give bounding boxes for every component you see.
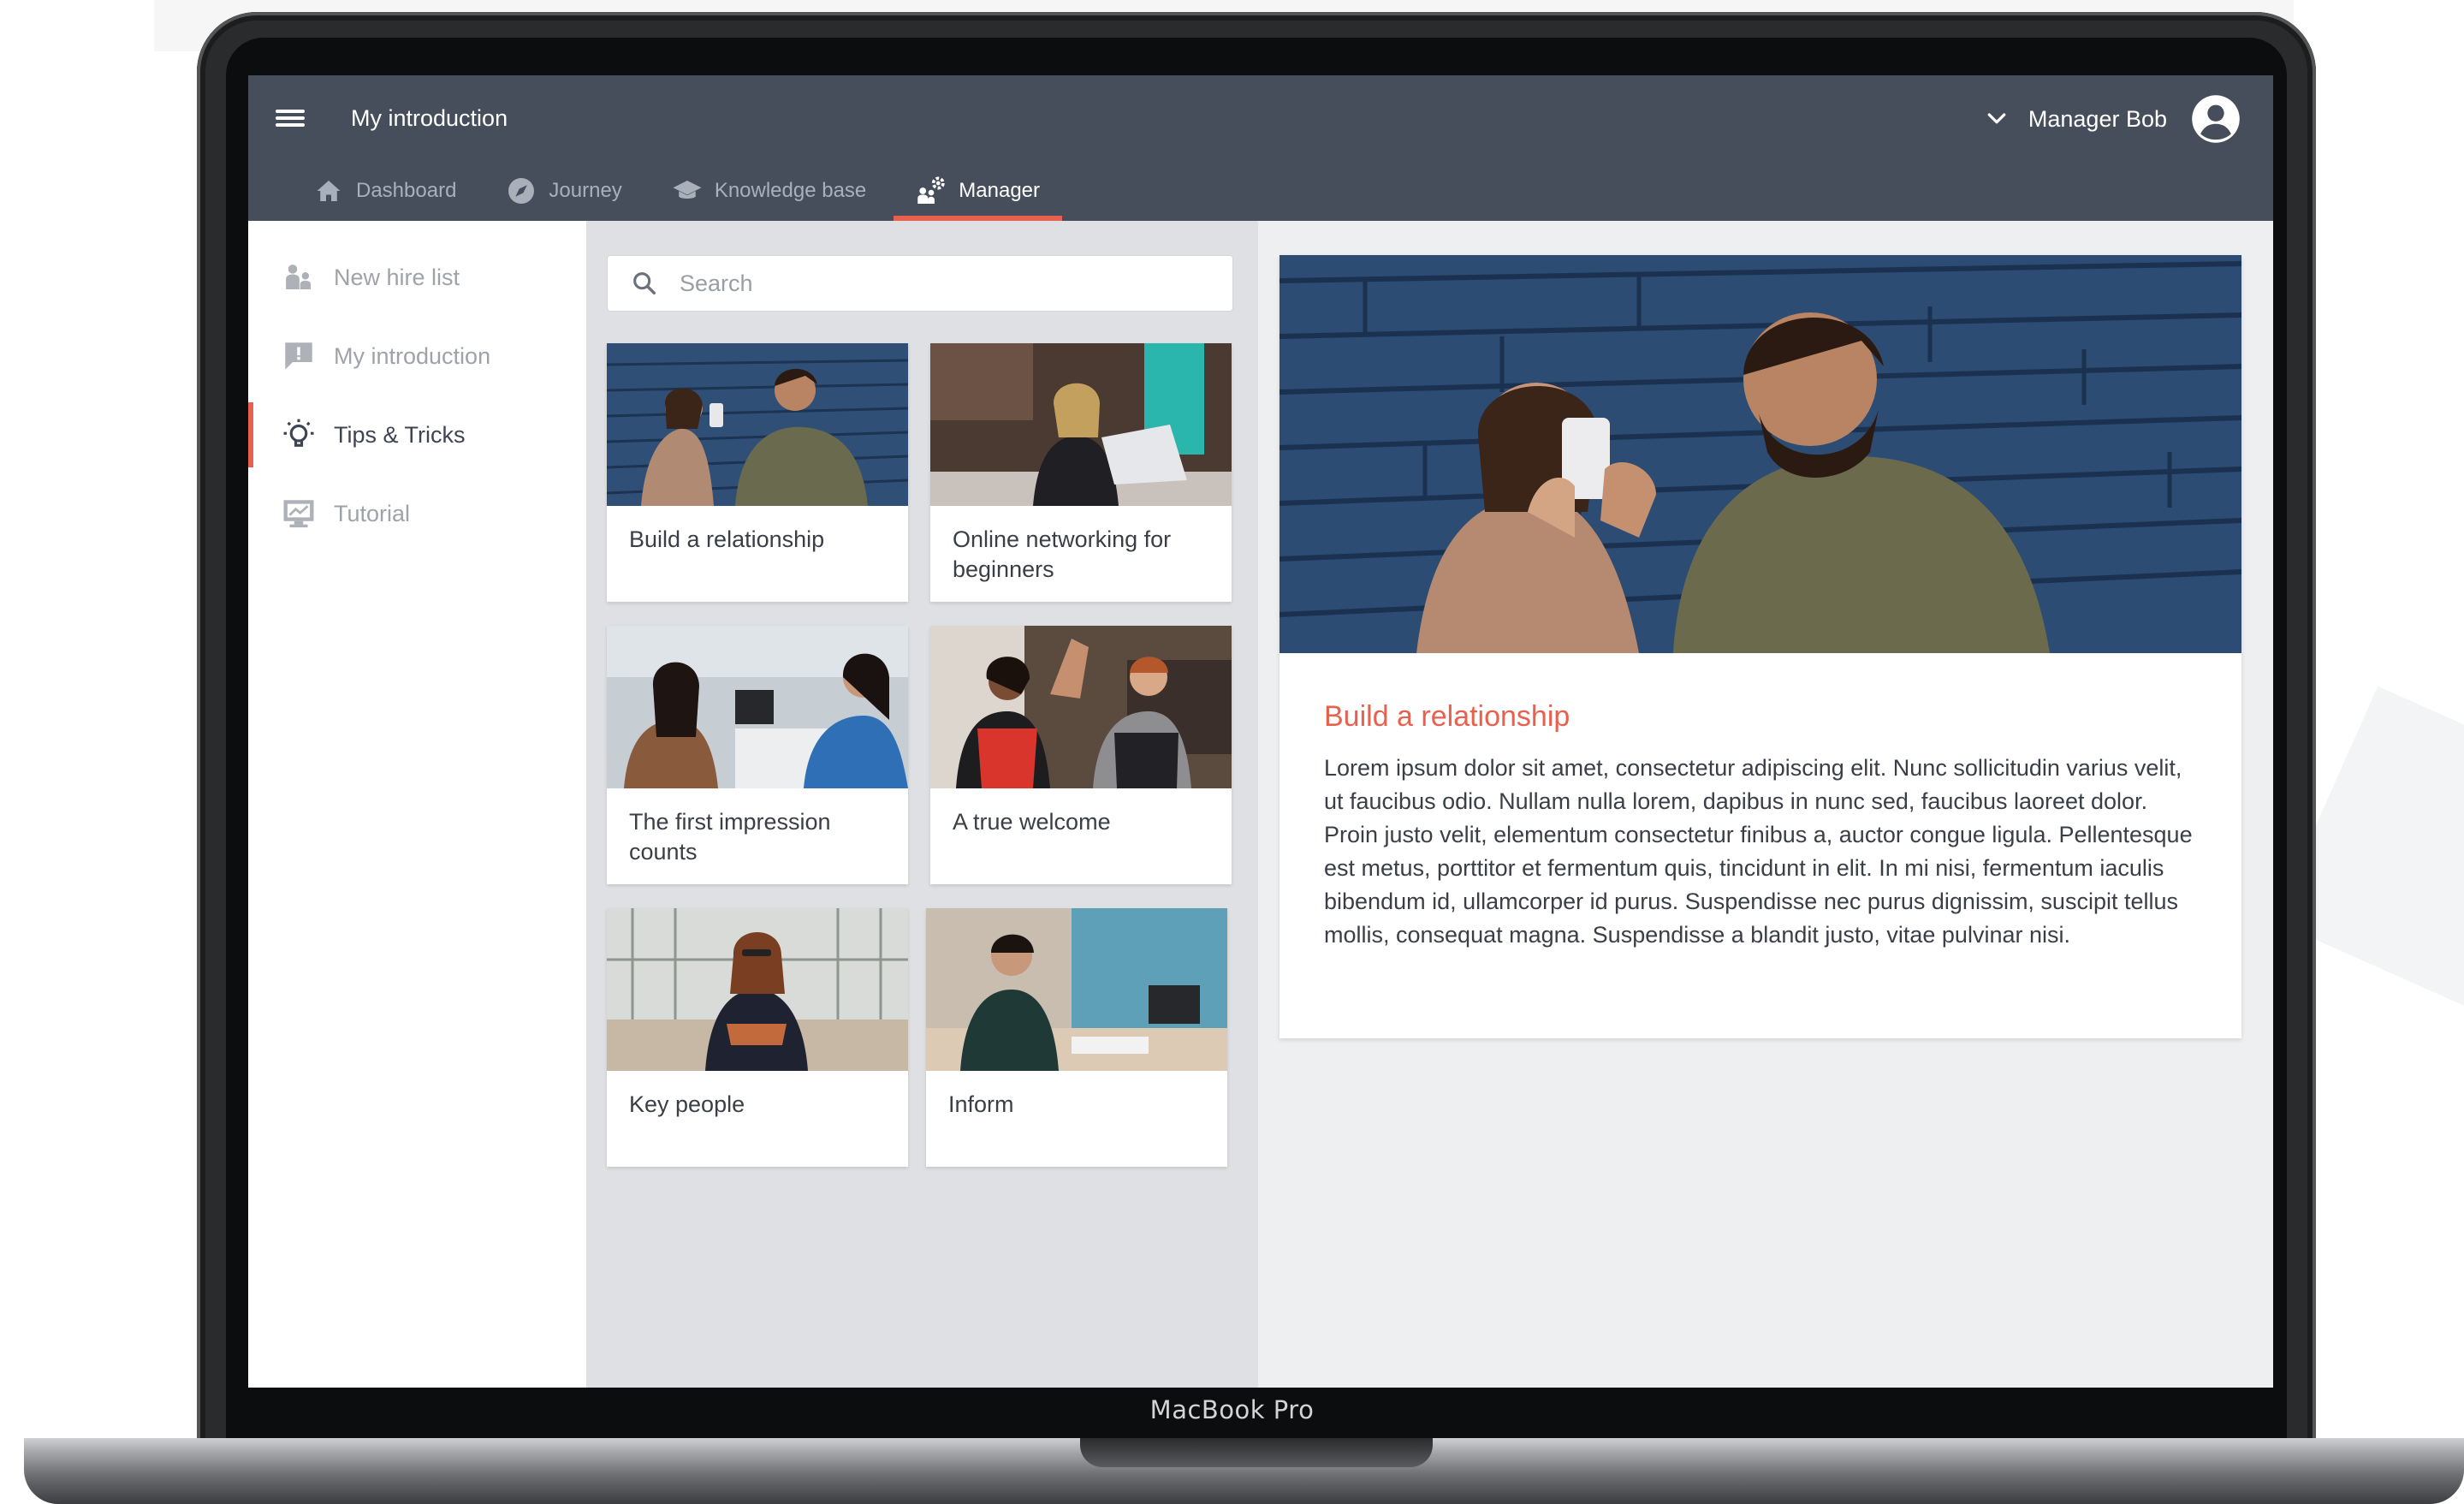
card-image xyxy=(607,908,908,1071)
page-title: My introduction xyxy=(351,105,508,131)
sidebar-item-tips-tricks[interactable]: Tips & Tricks xyxy=(248,395,586,474)
detail-body: Lorem ipsum dolor sit amet, consectetur … xyxy=(1324,755,2193,948)
device-label: MacBook Pro xyxy=(1149,1395,1315,1424)
detail-image xyxy=(1279,255,2241,653)
card-key-people[interactable]: Key people xyxy=(607,908,908,1167)
user-name[interactable]: Manager Bob xyxy=(2028,106,2167,133)
sidebar-item-label: Tips & Tricks xyxy=(334,421,466,448)
tab-label: Dashboard xyxy=(356,179,457,202)
card-inform[interactable]: Inform xyxy=(926,908,1227,1167)
card-image xyxy=(930,626,1232,788)
search-icon xyxy=(633,272,656,295)
search-input[interactable] xyxy=(678,269,1195,298)
card-image xyxy=(607,626,908,788)
compass-icon xyxy=(508,178,535,204)
card-title: A true welcome xyxy=(953,809,1111,835)
manager-gear-icon xyxy=(917,176,946,204)
laptop-notch xyxy=(1080,1438,1433,1467)
card-title: Inform xyxy=(948,1091,1014,1117)
top-bar: My introduction Manager Bob Dashboard Jo… xyxy=(248,75,2273,221)
card-title: Build a relationship xyxy=(629,526,825,552)
graduation-cap-icon xyxy=(673,181,702,199)
detail-panel: Build a relationship Lorem ipsum dolor s… xyxy=(1258,221,2273,1388)
card-title: Key people xyxy=(629,1091,745,1117)
card-first-impression[interactable]: The first impression counts xyxy=(607,626,908,884)
app-screen: My introduction Manager Bob Dashboard Jo… xyxy=(248,75,2273,1388)
tab-label: Journey xyxy=(549,179,622,202)
hamburger-menu-icon[interactable] xyxy=(276,106,305,132)
tab-label: Knowledge base xyxy=(714,179,867,202)
sidebar-item-label: New hire list xyxy=(334,264,460,290)
tab-label: Manager xyxy=(959,179,1041,202)
card-title: Online networking for beginners xyxy=(953,526,1172,582)
card-build-a-relationship[interactable]: Build a relationship xyxy=(607,343,908,602)
card-image xyxy=(607,343,908,506)
home-icon xyxy=(317,181,341,201)
user-avatar-icon[interactable] xyxy=(2191,94,2241,144)
sidebar-item-new-hire-list[interactable]: New hire list xyxy=(248,238,586,317)
lightbulb-icon xyxy=(283,419,314,447)
card-image xyxy=(926,908,1227,1071)
tips-list-panel: Build a relationship Online networking f… xyxy=(586,221,1258,1388)
sidebar-item-my-introduction[interactable]: My introduction xyxy=(248,317,586,395)
presentation-icon xyxy=(283,500,314,528)
card-title: The first impression counts xyxy=(629,809,831,865)
tab-manager[interactable]: Manager xyxy=(894,161,1062,221)
tab-knowledge-base[interactable]: Knowledge base xyxy=(650,161,888,221)
search-box[interactable] xyxy=(607,255,1233,312)
detail-card: Build a relationship Lorem ipsum dolor s… xyxy=(1279,255,2241,1038)
sidebar-item-label: My introduction xyxy=(334,342,491,369)
card-image xyxy=(930,343,1232,506)
message-alert-icon xyxy=(285,342,312,370)
card-a-true-welcome[interactable]: A true welcome xyxy=(930,626,1232,884)
detail-title: Build a relationship xyxy=(1324,700,1570,733)
chevron-down-icon[interactable] xyxy=(1984,106,2010,132)
card-online-networking[interactable]: Online networking for beginners xyxy=(930,343,1232,602)
sidebar: New hire list My introduction Tips & Tri… xyxy=(248,221,586,1388)
sidebar-item-tutorial[interactable]: Tutorial xyxy=(248,474,586,553)
main-nav: Dashboard Journey Knowledge base Manager xyxy=(291,161,1067,221)
tab-dashboard[interactable]: Dashboard xyxy=(291,161,478,221)
people-icon xyxy=(286,265,311,289)
user-menu[interactable]: Manager Bob xyxy=(1984,89,2241,149)
sidebar-item-label: Tutorial xyxy=(334,500,411,526)
tab-journey[interactable]: Journey xyxy=(484,161,644,221)
